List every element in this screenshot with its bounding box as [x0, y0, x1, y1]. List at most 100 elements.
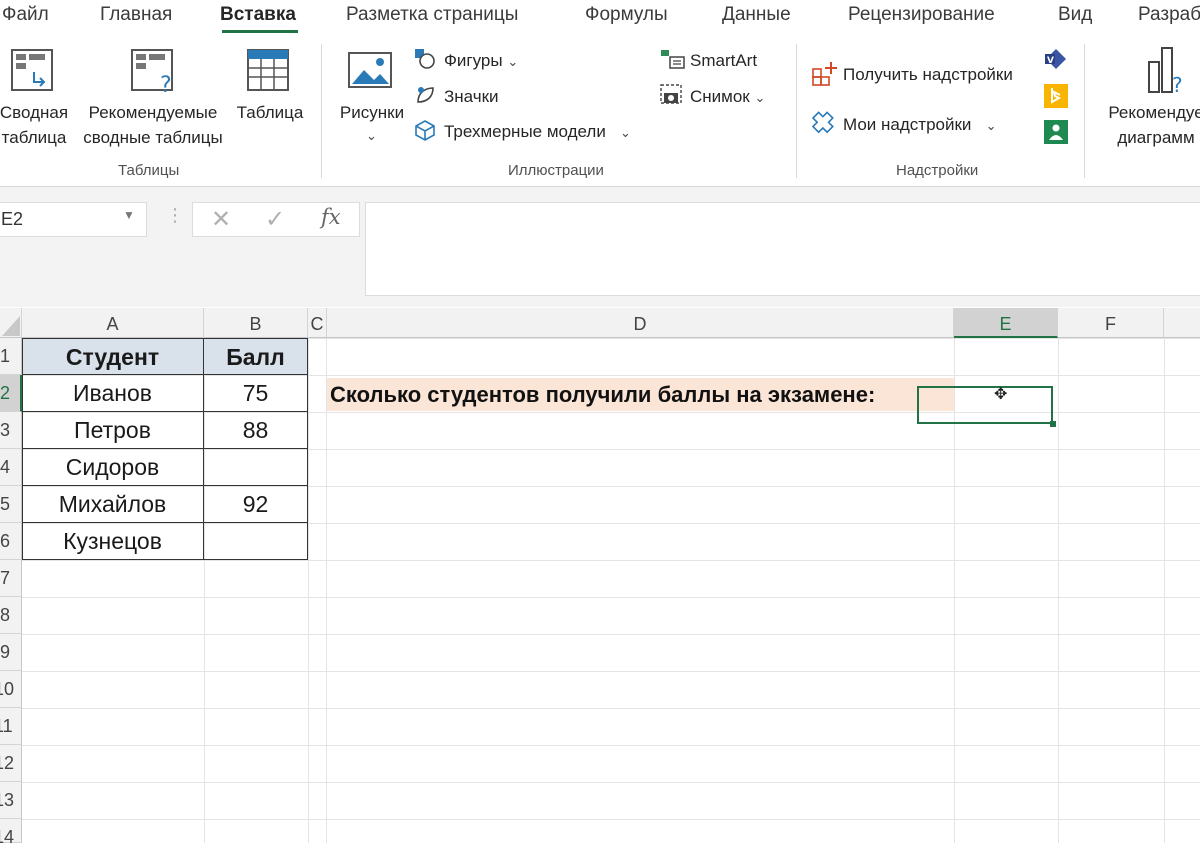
student-name-cell[interactable]: Сидоров [22, 449, 204, 486]
tab-review[interactable]: Рецензирование [848, 4, 995, 26]
formula-input[interactable] [365, 202, 1200, 296]
my-addins-icon [811, 110, 838, 136]
row-header-6[interactable]: 6 [0, 523, 22, 560]
pictures-label[interactable]: Рисунки [334, 100, 410, 125]
row-header-1[interactable]: 1 [0, 338, 22, 375]
score-cell[interactable]: 88 [204, 412, 308, 449]
group-tables-label: Таблицы [118, 162, 180, 179]
question-cell[interactable]: Сколько студентов получили баллы на экза… [330, 380, 875, 410]
screenshot-button[interactable]: Снимок ⌄ [690, 84, 765, 110]
ribbon-separator [796, 44, 797, 178]
column-header-e[interactable]: E [954, 308, 1058, 338]
screenshot-icon [660, 84, 686, 106]
table-header-student[interactable]: Студент [22, 338, 204, 375]
selected-cell-e2[interactable] [917, 386, 1053, 424]
screenshot-label: Снимок [690, 87, 750, 106]
score-cell[interactable]: 92 [204, 486, 308, 523]
ribbon-separator [321, 44, 322, 178]
tab-view[interactable]: Вид [1058, 4, 1092, 26]
people-graph-icon[interactable] [1044, 120, 1068, 144]
row-header-8[interactable]: 8 [0, 597, 22, 634]
smartart-icon [660, 48, 686, 70]
student-name-cell[interactable]: Петров [22, 412, 204, 449]
recommended-charts-label[interactable]: Рекомендуе диаграмм [1096, 100, 1200, 150]
cancel-icon[interactable]: ✕ [211, 205, 231, 234]
enter-icon[interactable]: ✓ [265, 205, 285, 234]
smartart-button[interactable]: SmartArt [690, 48, 757, 73]
column-header-f[interactable]: F [1058, 308, 1164, 338]
row-header-9[interactable]: 9 [0, 634, 22, 671]
gridline [326, 338, 327, 843]
icons-button[interactable]: Значки [444, 84, 499, 109]
visio-icon[interactable]: V [1044, 48, 1068, 70]
row-header-5[interactable]: 5 [0, 486, 22, 523]
icons-icon [414, 84, 436, 106]
column-header-d[interactable]: D [327, 308, 954, 338]
my-addins-button[interactable]: Мои надстройки ⌄ [843, 112, 997, 138]
rec-charts-line2: диаграмм [1117, 128, 1195, 147]
tab-page-layout[interactable]: Разметка страницы [346, 4, 518, 26]
pivot-line1: Сводная [0, 103, 69, 122]
row-header-12[interactable]: 12 [0, 745, 22, 782]
tab-formulas[interactable]: Формулы [585, 4, 668, 26]
row-header-14[interactable]: 14 [0, 819, 22, 847]
select-all-button[interactable] [0, 308, 22, 338]
worksheet-grid[interactable]: A B C D E F 1 2 3 4 5 6 7 8 9 10 11 12 1… [0, 308, 1200, 847]
column-header-c[interactable]: C [308, 308, 327, 338]
column-header-g[interactable] [1164, 308, 1200, 338]
row-header-2[interactable]: 2 [0, 375, 22, 412]
name-box-value: E2 [1, 209, 24, 229]
bing-maps-icon[interactable] [1044, 84, 1068, 108]
svg-text:?: ? [160, 73, 172, 96]
row-header-10[interactable]: 10 [0, 671, 22, 708]
drag-handle-icon[interactable]: ⋮ [166, 205, 184, 226]
recommended-pivot-label[interactable]: Рекомендуемые сводные таблицы [82, 100, 224, 150]
chevron-down-icon: ⌄ [985, 118, 997, 133]
svg-text:V: V [1047, 56, 1054, 66]
gridline [1164, 338, 1165, 843]
pictures-icon[interactable] [348, 52, 394, 92]
pivot-table-icon[interactable] [10, 48, 56, 94]
shapes-button[interactable]: Фигуры ⌄ [444, 48, 518, 74]
tab-insert[interactable]: Вставка [220, 4, 296, 26]
tab-data[interactable]: Данные [722, 4, 791, 26]
row-header-4[interactable]: 4 [0, 449, 22, 486]
name-box-dropdown-icon[interactable]: ▼ [123, 208, 135, 222]
score-cell[interactable] [204, 449, 308, 486]
student-name-cell[interactable]: Кузнецов [22, 523, 204, 560]
name-box[interactable]: E2 ▼ [0, 202, 147, 237]
recommended-pivot-icon[interactable]: ? [130, 48, 178, 98]
chevron-down-icon[interactable]: ⌄ [366, 128, 377, 144]
svg-text:?: ? [1172, 73, 1183, 96]
3d-models-icon [414, 119, 436, 141]
insert-function-icon[interactable]: fx [321, 205, 341, 229]
formula-bar-area: E2 ▼ ⋮ ✕ ✓ fx [0, 187, 1200, 307]
score-cell[interactable]: 75 [204, 375, 308, 412]
score-cell[interactable] [204, 523, 308, 560]
3d-models-button[interactable]: Трехмерные модели ⌄ [444, 119, 631, 145]
chevron-down-icon: ⌄ [620, 125, 631, 140]
column-header-b[interactable]: B [204, 308, 308, 338]
pivot-table-label[interactable]: Сводная таблица [0, 100, 74, 150]
column-header-a[interactable]: A [22, 308, 204, 338]
table-header-score[interactable]: Балл [204, 338, 308, 375]
ribbon-tab-bar: Файл Главная Вставка Разметка страницы Ф… [0, 0, 1200, 36]
shapes-label: Фигуры [444, 51, 503, 70]
tab-file[interactable]: Файл [2, 4, 49, 26]
group-illustrations-label: Иллюстрации [508, 162, 604, 179]
row-header-3[interactable]: 3 [0, 412, 22, 449]
tab-developer[interactable]: Разраб [1138, 4, 1200, 26]
table-label[interactable]: Таблица [230, 100, 310, 125]
student-name-cell[interactable]: Иванов [22, 375, 204, 412]
get-addins-button[interactable]: Получить надстройки [843, 62, 1013, 87]
3d-models-label: Трехмерные модели [444, 122, 606, 141]
rec-pivot-line2: сводные таблицы [83, 128, 223, 147]
row-header-7[interactable]: 7 [0, 560, 22, 597]
tab-home[interactable]: Главная [100, 4, 172, 26]
fill-handle[interactable] [1050, 421, 1056, 427]
recommended-charts-icon[interactable]: ? [1146, 46, 1186, 97]
student-name-cell[interactable]: Михайлов [22, 486, 204, 523]
row-header-13[interactable]: 13 [0, 782, 22, 819]
row-header-11[interactable]: 11 [0, 708, 22, 745]
table-icon[interactable] [246, 48, 292, 94]
